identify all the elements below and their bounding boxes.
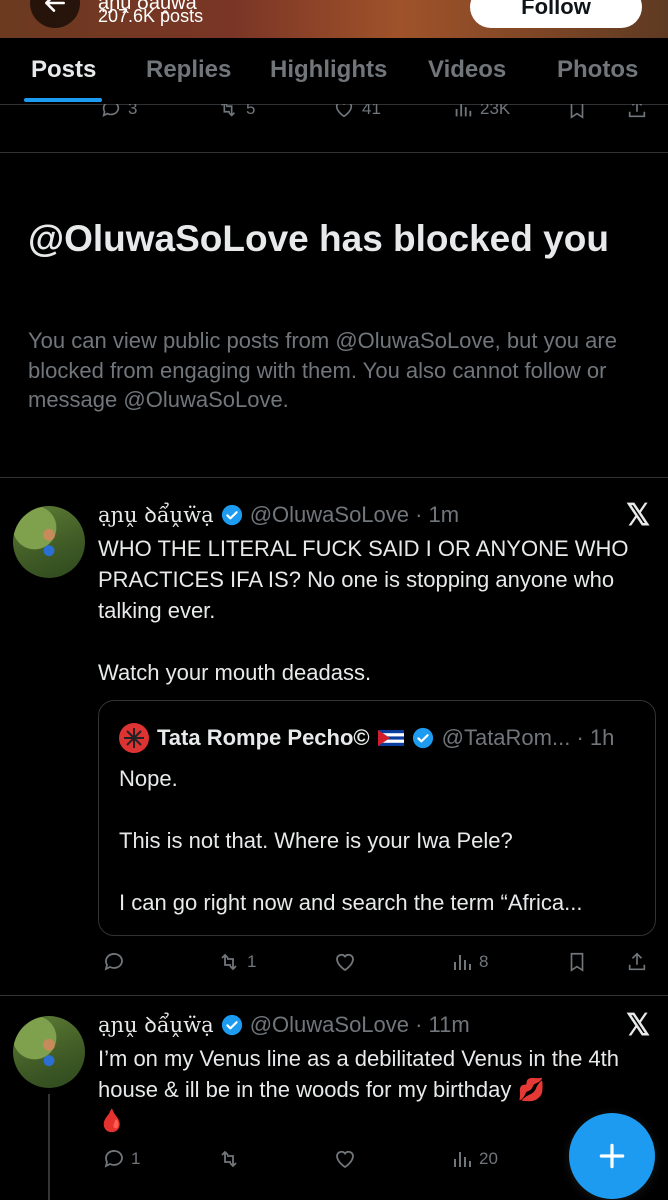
like-action[interactable]: 41 [332, 104, 381, 120]
repost-count: 5 [246, 104, 256, 118]
heart-icon [335, 104, 353, 118]
bookmark-icon [570, 952, 584, 972]
views-count: 20 [479, 1149, 498, 1168]
tab-videos[interactable]: Videos [428, 56, 506, 84]
display-name[interactable]: ạɲṷ ꝺẩṷẅạ [98, 1011, 214, 1039]
blocked-title: @OluwaSoLove has blocked you [28, 218, 609, 259]
views-action[interactable]: 20 [450, 1147, 498, 1171]
posts-count: 207.6K posts [98, 6, 204, 26]
follow-button[interactable]: Follow [470, 0, 642, 28]
quoted-post[interactable]: Tata Rompe Pecho© @TataRom... · 1h Nope.… [98, 700, 656, 936]
views-icon [455, 104, 472, 117]
views-count: 23K [480, 104, 511, 118]
back-button[interactable] [30, 0, 80, 28]
views-icon [454, 955, 471, 970]
views-icon [454, 1152, 471, 1167]
quote-header: Tata Rompe Pecho© @TataRom... · 1h [119, 723, 614, 753]
post-header: ạɲṷ ꝺẩṷẅạ @OluwaSoLove · 11m [98, 1010, 470, 1040]
reply-count: 3 [128, 104, 138, 118]
compose-button[interactable] [569, 1113, 655, 1199]
handle-time[interactable]: @OluwaSoLove · 11m [250, 1012, 470, 1038]
tab-replies[interactable]: Replies [146, 56, 231, 84]
post-header: ạɲṷ ꝺẩṷẅạ @OluwaSoLove · 1m [98, 500, 459, 530]
bookmark-action[interactable] [566, 104, 588, 120]
views-action[interactable]: 23K [452, 104, 510, 120]
heart-icon [336, 1150, 354, 1169]
quote-avatar [119, 723, 149, 753]
thread-line [48, 1094, 50, 1200]
like-count: 41 [362, 104, 381, 118]
profile-header: ạɲṷ ꝺẩṷẅạ 207.6K posts Follow [0, 0, 668, 38]
reply-icon [102, 104, 120, 117]
active-tab-indicator [24, 98, 102, 102]
share-action[interactable] [626, 950, 648, 974]
repost-icon [221, 1150, 237, 1168]
post-text: I’m on my Venus line as a debilitated Ve… [98, 1046, 619, 1133]
plus-icon [599, 1143, 625, 1169]
reply-count: 1 [131, 1149, 141, 1168]
repost-count: 1 [247, 952, 257, 971]
tab-posts[interactable]: Posts [31, 56, 96, 84]
share-action[interactable] [626, 104, 648, 120]
cuba-flag-icon [377, 730, 404, 746]
reply-icon [104, 1150, 123, 1168]
repost-action[interactable]: 1 [216, 950, 256, 974]
x-logo-icon: 𝕏 [626, 499, 651, 532]
blocked-message: You can view public posts from @OluwaSoL… [28, 328, 617, 412]
heart-icon [336, 953, 354, 972]
repost-icon [220, 104, 236, 117]
quote-display-name: Tata Rompe Pecho© [157, 725, 370, 750]
post-actions: 1 8 [98, 950, 658, 980]
divider [0, 995, 668, 996]
views-count: 8 [479, 952, 489, 971]
arrow-left-icon [45, 0, 65, 12]
like-action[interactable] [332, 950, 363, 974]
verified-badge-icon [412, 727, 433, 749]
bookmark-action[interactable] [566, 950, 588, 974]
views-action[interactable]: 8 [450, 950, 488, 974]
avatar[interactable] [13, 506, 85, 578]
avatar[interactable] [13, 1016, 85, 1088]
quote-text: Nope. This is not that. Where is your Iw… [119, 766, 583, 915]
reply-action[interactable]: 3 [100, 104, 137, 120]
share-icon [628, 952, 646, 971]
bookmark-icon [570, 104, 584, 119]
profile-tabs: Posts Replies Highlights Videos Photos [0, 38, 668, 105]
verified-badge-icon [221, 504, 242, 526]
share-icon [628, 104, 646, 118]
repost-icon [221, 953, 237, 971]
reply-icon [104, 953, 123, 971]
display-name[interactable]: ạɲṷ ꝺẩṷẅạ [98, 501, 214, 529]
divider [0, 152, 668, 153]
repost-action[interactable]: 5 [216, 104, 255, 120]
reply-action[interactable] [102, 950, 131, 974]
quote-handle-time: @TataRom... · 1h [441, 725, 615, 750]
divider [0, 477, 668, 478]
x-logo-icon: 𝕏 [626, 1009, 651, 1042]
like-action[interactable] [332, 1147, 363, 1171]
previous-post-actions: 3 5 41 23K [0, 104, 668, 122]
handle-time[interactable]: @OluwaSoLove · 1m [250, 502, 459, 528]
tab-highlights[interactable]: Highlights [270, 56, 387, 84]
reply-action[interactable]: 1 [102, 1147, 140, 1171]
tab-photos[interactable]: Photos [557, 56, 638, 84]
repost-action[interactable] [216, 1147, 247, 1171]
verified-badge-icon [221, 1014, 242, 1036]
post-text: WHO THE LITERAL FUCK SAID I OR ANYONE WH… [98, 536, 629, 685]
